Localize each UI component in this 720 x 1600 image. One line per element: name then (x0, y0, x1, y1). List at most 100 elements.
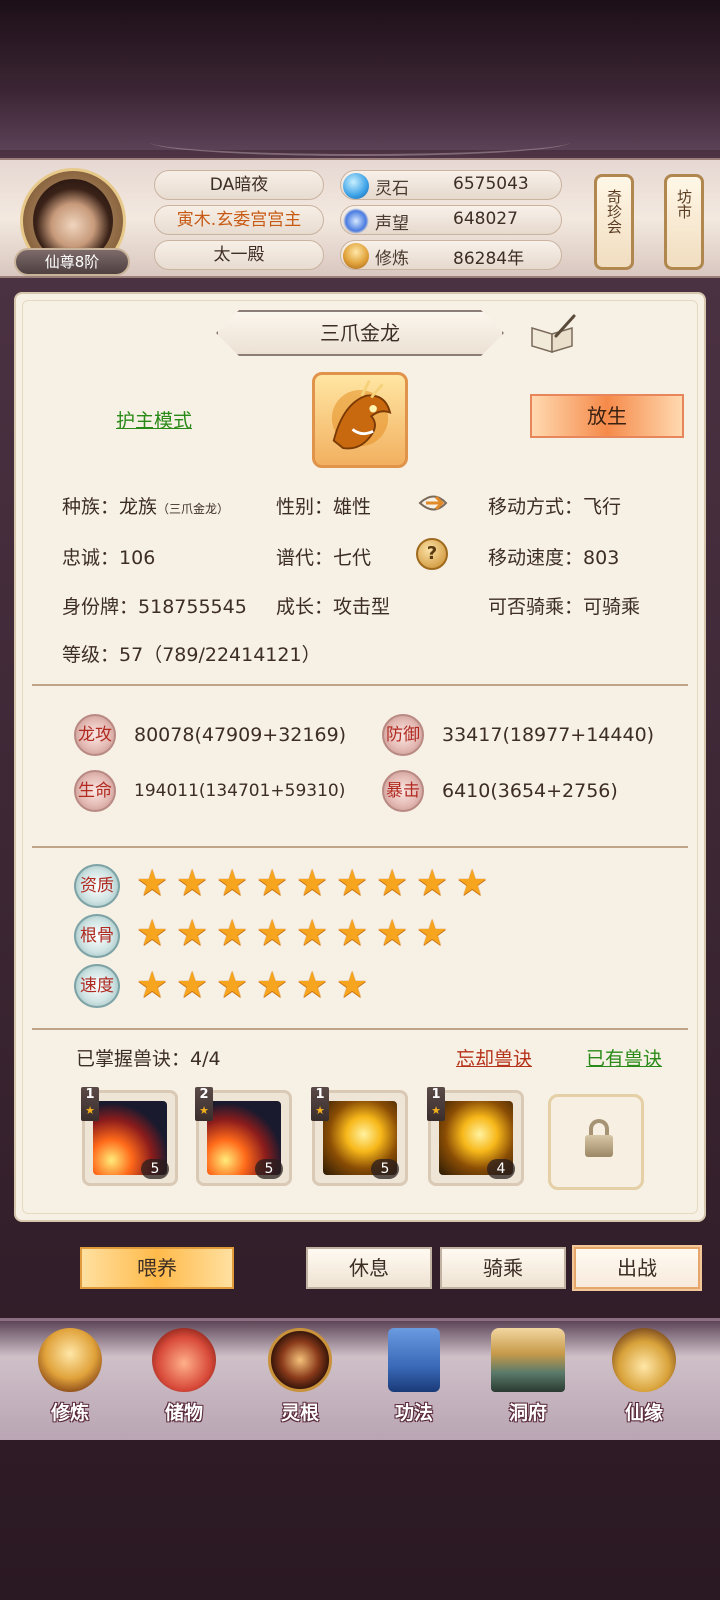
nav-technique[interactable]: 功法 (366, 1328, 462, 1432)
race-field: 种族：龙族（三爪金龙） (62, 492, 229, 519)
male-arrow-icon (418, 495, 448, 511)
star-icon: ★ (336, 965, 369, 1006)
star-icon: ★ (216, 863, 249, 904)
move-speed-value: 803 (583, 547, 620, 569)
nav-cave-dwelling[interactable]: 洞府 (480, 1328, 576, 1432)
pet-name-plate: 三爪金龙 (216, 310, 504, 356)
lock-icon-body (585, 1135, 613, 1157)
rest-button[interactable]: 休息 (306, 1247, 432, 1289)
star-icon: ★ (376, 863, 409, 904)
forget-skill-link[interactable]: 忘却兽诀 (456, 1044, 532, 1071)
skill-level: 2 (199, 1087, 209, 1102)
loyalty-field: 忠诚：106 (62, 543, 155, 570)
resource-value: 6575043 (453, 174, 529, 194)
star-icon: ★ (85, 1104, 95, 1117)
growth-value: 攻击型 (333, 596, 391, 618)
skill-level: 1 (85, 1087, 95, 1102)
resource-prestige: 声望 648027 (340, 205, 562, 235)
generation-value: 七代 (333, 547, 372, 569)
star-icon: ★ (315, 1104, 325, 1117)
battle-button[interactable]: 出战 (574, 1247, 700, 1289)
market-button[interactable]: 坊市 (664, 174, 704, 270)
resource-spirit-stone: 灵石 6575043 (340, 170, 562, 200)
skill-slot-2[interactable]: 2 ★ 5 (195, 1087, 292, 1186)
fortune-gourd-icon (612, 1328, 676, 1392)
nav-cultivate[interactable]: 修炼 (22, 1328, 118, 1432)
player-title: 寅木.玄委宫宫主 (154, 205, 324, 235)
nav-spirit-root[interactable]: 灵根 (252, 1328, 348, 1432)
loyalty-label: 忠诚： (62, 547, 120, 569)
help-icon[interactable]: ? (416, 538, 448, 570)
storage-bag-icon (152, 1328, 216, 1392)
star-icon: ★ (216, 965, 249, 1006)
release-button[interactable]: 放生 (530, 394, 684, 438)
guard-mode-link[interactable]: 护主模式 (116, 406, 192, 433)
star-icon: ★ (176, 965, 209, 1006)
nav-storage[interactable]: 储物 (136, 1328, 232, 1432)
star-icon: ★ (336, 863, 369, 904)
pet-portrait[interactable] (312, 372, 408, 468)
spirit-root-icon (268, 1328, 332, 1392)
level-value: 57（789/22414121） (119, 644, 321, 666)
crit-stat-value: 6410(3654+2756) (442, 780, 618, 802)
skill-count: 5 (141, 1159, 169, 1179)
move-speed-label: 移动速度： (488, 547, 584, 569)
id-field: 身份牌：518755545 (62, 592, 247, 619)
book-quill-icon[interactable] (528, 314, 578, 354)
resource-name: 灵石 (375, 179, 409, 199)
gender-value: 雄性 (333, 496, 372, 518)
star-icon: ★ (296, 863, 329, 904)
star-icon: ★ (256, 965, 289, 1006)
star-icon: ★ (176, 913, 209, 954)
resource-name: 修炼 (375, 249, 409, 269)
star-icon: ★ (256, 913, 289, 954)
spirit-stone-icon (343, 173, 369, 199)
rideable-field: 可否骑乘：可骑乘 (488, 592, 640, 619)
hp-stat-icon: 生命 (74, 770, 116, 812)
race-label: 种族： (62, 496, 120, 518)
star-icon: ★ (336, 913, 369, 954)
skill-level-tag: 1 ★ (311, 1087, 329, 1121)
golden-dragon-icon (331, 379, 392, 450)
treasure-fair-button[interactable]: 奇珍会 (594, 174, 634, 270)
skill-level: 1 (315, 1087, 325, 1102)
skill-count: 5 (255, 1159, 283, 1179)
resource-cultivation: 修炼 86284年 (340, 240, 562, 270)
defense-stat-value: 33417(18977+14440) (442, 724, 655, 746)
attack-stat-value: 80078(47909+32169) (134, 724, 347, 746)
star-icon: ★ (416, 913, 449, 954)
technique-book-icon (388, 1328, 440, 1392)
locked-skill-slot[interactable] (548, 1094, 644, 1190)
skill-level-tag: 1 ★ (427, 1087, 445, 1121)
hp-stat-value: 194011(134701+59310) (134, 781, 346, 801)
star-icon: ★ (376, 913, 409, 954)
skill-level-tag: 2 ★ (195, 1087, 213, 1121)
nav-label: 仙缘 (624, 1402, 663, 1424)
resource-value: 648027 (453, 209, 518, 229)
level-field: 等级：57（789/22414121） (62, 640, 321, 667)
race-subtype: （三爪金龙） (157, 502, 230, 516)
cultivate-icon (38, 1328, 102, 1392)
owned-skills-link[interactable]: 已有兽诀 (586, 1044, 662, 1071)
star-icon: ★ (296, 913, 329, 954)
palace-name: 太一殿 (154, 240, 324, 270)
nav-label: 功法 (394, 1402, 433, 1424)
nav-fortune[interactable]: 仙缘 (596, 1328, 692, 1432)
ride-button[interactable]: 骑乘 (440, 1247, 566, 1289)
feed-button[interactable]: 喂养 (80, 1247, 234, 1289)
top-ornament (150, 128, 570, 156)
skill-level-tag: 1 ★ (81, 1087, 99, 1121)
star-icon: ★ (416, 863, 449, 904)
aptitude-icon: 资质 (74, 864, 120, 908)
skill-slot-4[interactable]: 1 ★ 4 (427, 1087, 524, 1186)
rideable-label: 可否骑乘： (488, 596, 584, 618)
skill-slot-1[interactable]: 1 ★ 5 (81, 1087, 178, 1186)
defense-stat-icon: 防御 (382, 714, 424, 756)
skill-count: 5 (371, 1159, 399, 1179)
star-icon: ★ (296, 965, 329, 1006)
skill-slot-3[interactable]: 1 ★ 5 (311, 1087, 408, 1186)
growth-label: 成长： (276, 596, 334, 618)
crit-stat-icon: 暴击 (382, 770, 424, 812)
gender-label: 性别： (276, 496, 334, 518)
generation-label: 谱代： (276, 547, 334, 569)
